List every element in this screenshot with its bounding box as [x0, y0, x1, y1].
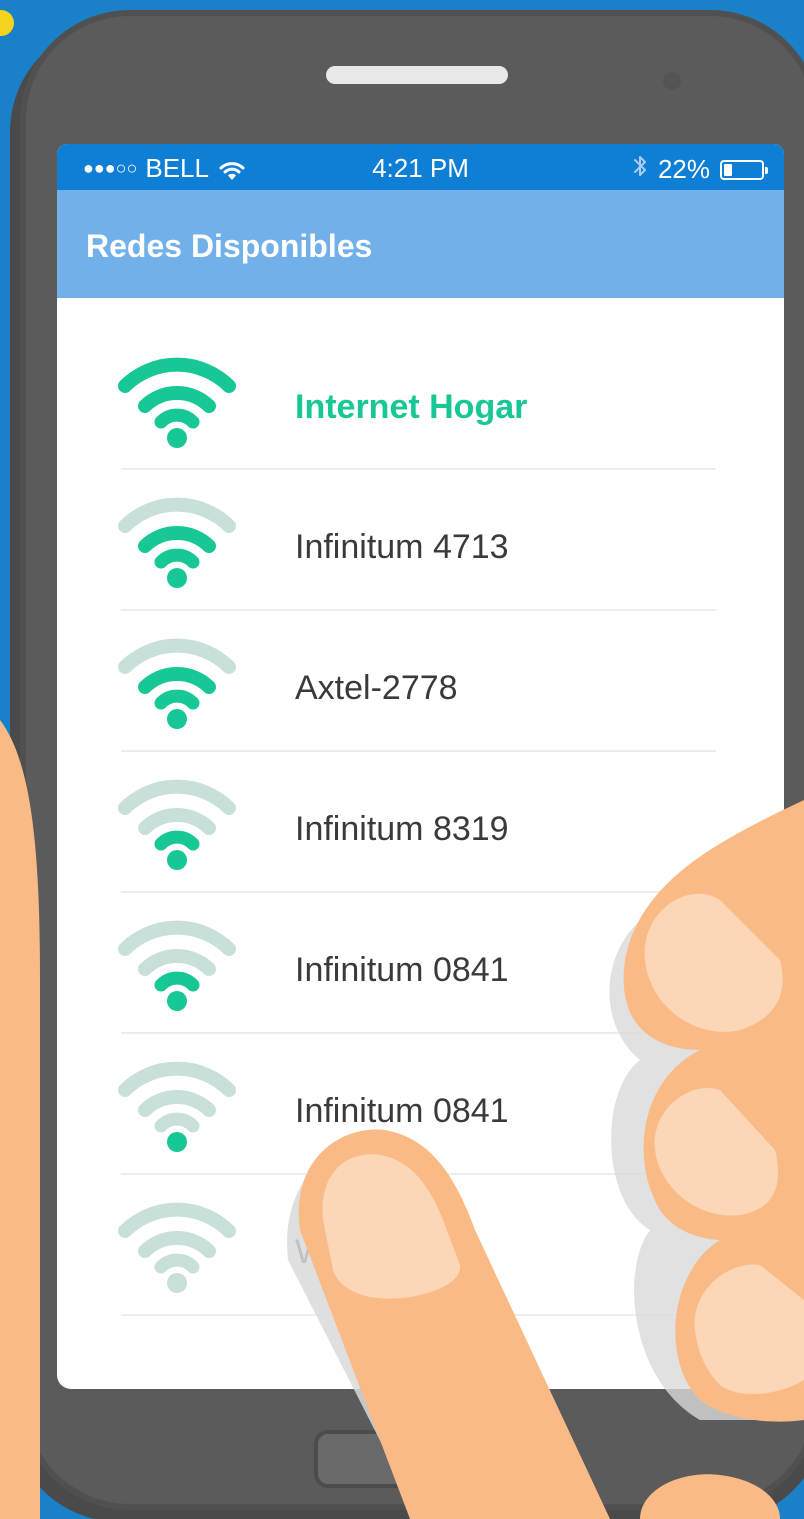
- wifi-icon: [117, 1201, 237, 1293]
- phone-speaker: [326, 66, 508, 84]
- network-name: Infinitum 0841: [295, 951, 509, 989]
- scene: ●●●○○ BELL 4:21 PM 22% Redes Disponibles…: [0, 0, 804, 1519]
- status-bar: ●●●○○ BELL 4:21 PM 22%: [57, 144, 784, 190]
- network-list: Internet Hogar Infinitum 4713 Axtel-2778 In…: [57, 298, 784, 1316]
- list-divider: [121, 1314, 716, 1316]
- network-item[interactable]: Infinitum 0841: [57, 1034, 784, 1175]
- network-name: Axtel-2778: [295, 669, 458, 707]
- battery-tip: [765, 166, 768, 174]
- page-title: Redes Disponibles: [86, 228, 373, 264]
- wifi-icon: [117, 1060, 237, 1152]
- phone-screen: ●●●○○ BELL 4:21 PM 22% Redes Disponibles…: [57, 144, 784, 1389]
- network-name: Infinitum 0841: [295, 1092, 509, 1130]
- network-name: Infinitum 4713: [295, 528, 509, 566]
- network-item[interactable]: W: [57, 1175, 784, 1316]
- wifi-icon: [117, 919, 237, 1011]
- battery-icon: [720, 159, 768, 180]
- network-item[interactable]: Infinitum 8319: [57, 752, 784, 893]
- network-item[interactable]: Infinitum 0841: [57, 893, 784, 1034]
- battery-fill: [724, 163, 732, 176]
- network-name: Infinitum 8319: [295, 810, 509, 848]
- battery-percent: 22%: [657, 154, 710, 184]
- status-right: 22%: [632, 153, 768, 186]
- wifi-icon: [117, 356, 237, 448]
- home-button[interactable]: [314, 1430, 464, 1488]
- navigation-bar: Redes Disponibles: [57, 190, 784, 298]
- network-item[interactable]: Axtel-2778: [57, 611, 784, 752]
- wifi-icon: [117, 637, 237, 729]
- network-item[interactable]: Internet Hogar: [57, 298, 784, 470]
- network-name: Internet Hogar: [295, 388, 528, 426]
- wifi-icon: [117, 778, 237, 870]
- network-name: W: [295, 1233, 328, 1271]
- decorative-dot: [0, 10, 14, 36]
- phone-camera: [663, 72, 681, 90]
- bluetooth-icon: [632, 153, 648, 186]
- wifi-icon: [117, 496, 237, 588]
- network-item[interactable]: Infinitum 4713: [57, 470, 784, 611]
